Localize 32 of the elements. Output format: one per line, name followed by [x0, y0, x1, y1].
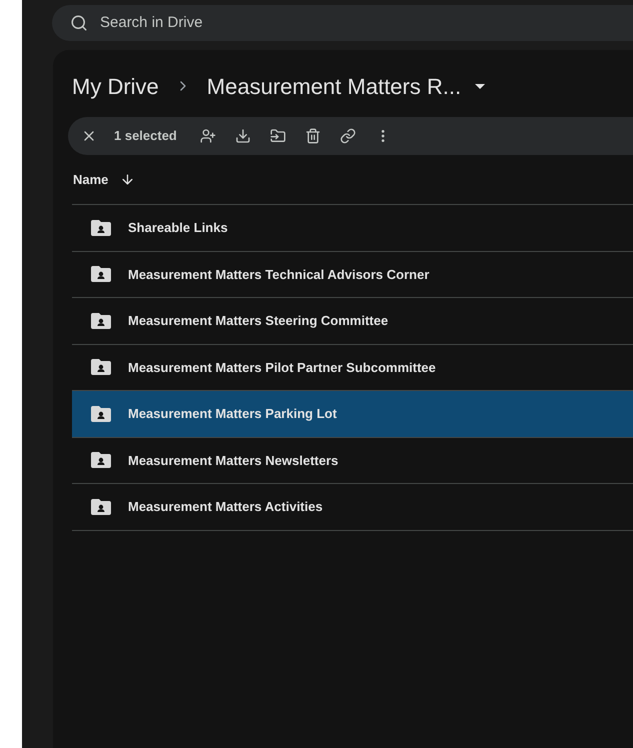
share-person-icon[interactable]: [200, 128, 216, 144]
folder-name: Measurement Matters Parking Lot: [128, 405, 337, 423]
link-icon[interactable]: [340, 128, 356, 144]
search-field[interactable]: Search in Drive: [100, 12, 400, 34]
shared-folder-icon: [91, 452, 111, 468]
folder-name: Measurement Matters Technical Advisors Corner: [128, 266, 430, 284]
folder-name: Shareable Links: [128, 219, 228, 237]
dropdown-caret-icon[interactable]: [475, 84, 486, 88]
folder-name: Measurement Matters Pilot Partner Subcommittee: [128, 358, 436, 376]
folder-row[interactable]: Measurement Matters Pilot Partner Subcommittee: [72, 344, 633, 391]
folder-name: Measurement Matters Activities: [128, 498, 323, 516]
folder-name: Measurement Matters Steering Committee: [128, 312, 388, 330]
column-header[interactable]: Name: [73, 170, 108, 190]
shared-folder-icon: [91, 406, 111, 422]
shared-folder-icon: [91, 498, 111, 515]
shared-folder-icon: [91, 359, 111, 376]
search-bar[interactable]: Search in Drive: [52, 5, 633, 41]
shared-folder-icon: [91, 266, 111, 282]
folder-name: Measurement Matters Newsletters: [128, 452, 338, 470]
selection-count: 1 selected: [114, 127, 177, 146]
folder-row[interactable]: Measurement Matters Parking Lot: [72, 391, 633, 438]
sort-arrow-icon[interactable]: [120, 172, 136, 187]
shared-folder-icon: [91, 312, 111, 329]
search-icon: [70, 14, 88, 32]
move-to-folder-icon[interactable]: [270, 128, 286, 144]
breadcrumb-item[interactable]: Measurement Matters R...: [206, 70, 462, 102]
breadcrumb-item[interactable]: My Drive: [72, 70, 159, 102]
folder-row[interactable]: Measurement Matters Newsletters: [72, 438, 633, 484]
folder-row[interactable]: Measurement Matters Technical Advisors Corner: [72, 252, 633, 298]
shared-folder-icon: [91, 220, 111, 236]
trash-icon[interactable]: [304, 128, 321, 144]
download-icon[interactable]: [234, 128, 251, 144]
